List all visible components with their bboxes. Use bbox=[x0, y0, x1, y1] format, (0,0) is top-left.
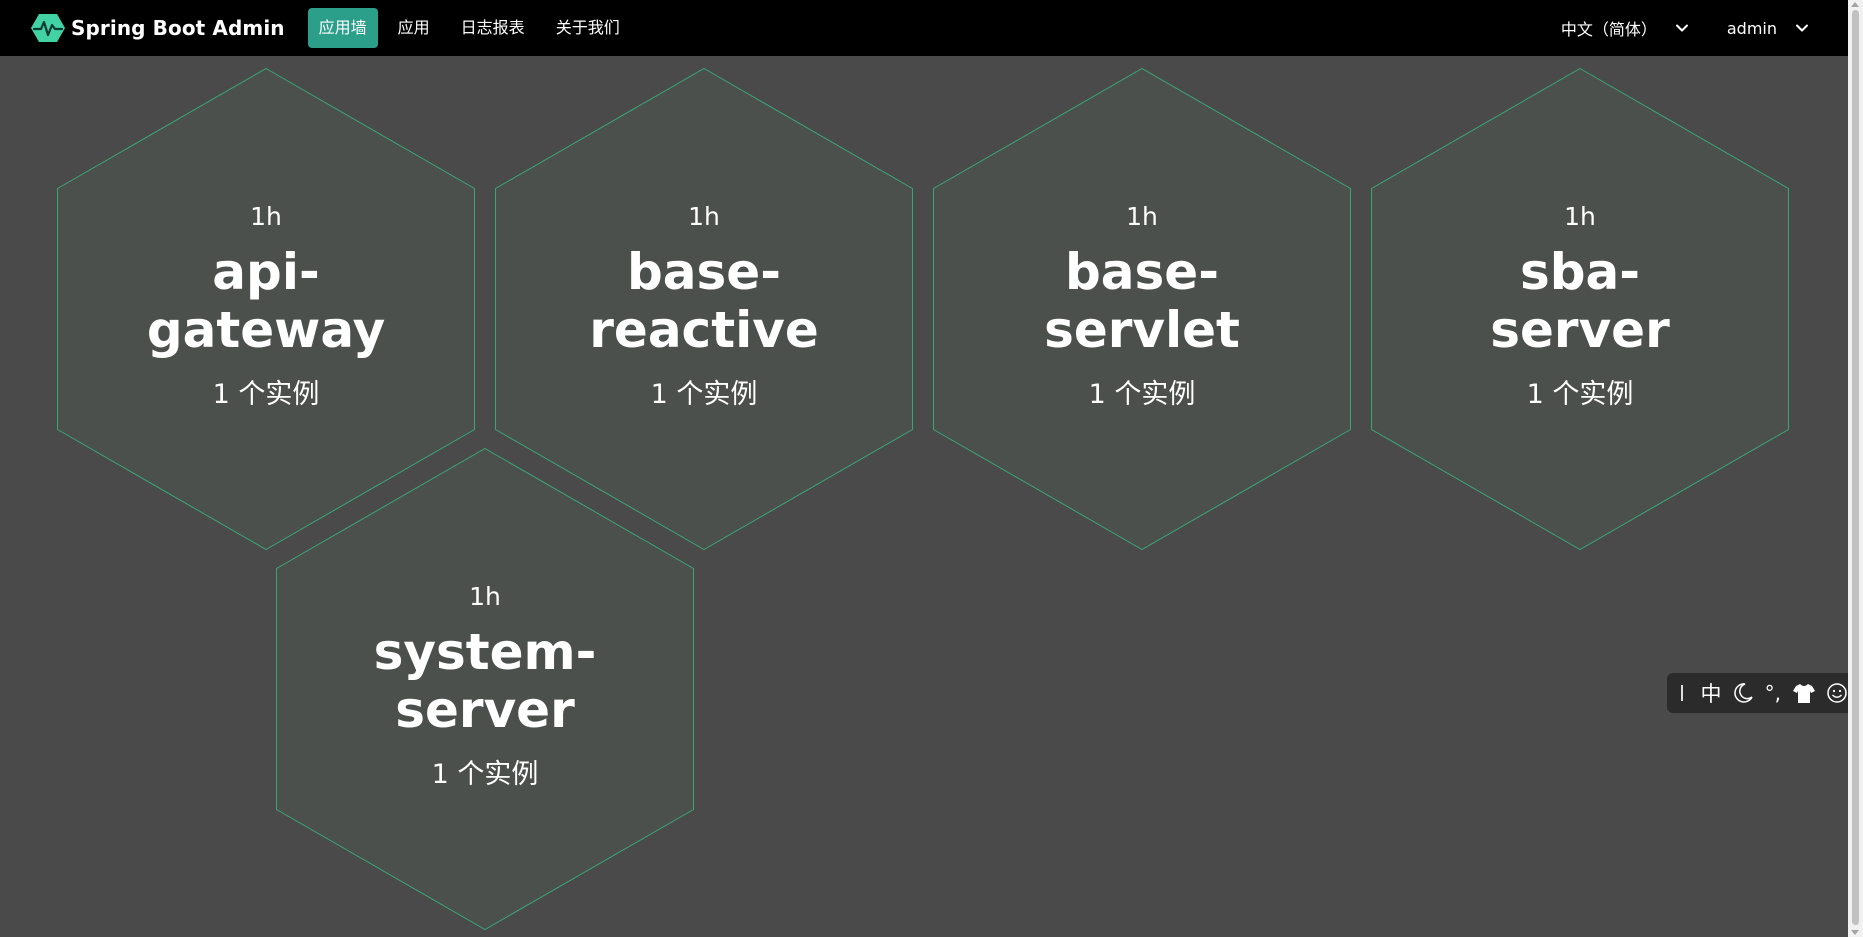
application-name-line: server bbox=[395, 681, 575, 739]
user-dropdown[interactable]: admin bbox=[1727, 19, 1809, 38]
brand-title: Spring Boot Admin bbox=[71, 16, 285, 40]
top-navbar: Spring Boot Admin 应用墙 应用 日志报表 关于我们 中文（简体… bbox=[0, 0, 1863, 56]
ime-punctuation-toggle[interactable]: °, bbox=[1764, 673, 1782, 713]
smiley-icon[interactable] bbox=[1826, 673, 1848, 713]
chevron-down-icon bbox=[1675, 24, 1688, 32]
application-name-line: system- bbox=[373, 623, 597, 681]
application-hex-base-servlet[interactable]: 1h base- servlet 1 个实例 bbox=[933, 68, 1351, 550]
scroll-up-arrow-icon[interactable] bbox=[1851, 2, 1859, 7]
main-nav: 应用墙 应用 日志报表 关于我们 bbox=[307, 0, 640, 56]
instance-count: 1 个实例 bbox=[1088, 379, 1196, 410]
cursor-divider-icon bbox=[1681, 685, 1683, 701]
application-wall: 1h api- gateway 1 个实例 1h base- reactive … bbox=[0, 56, 1848, 937]
instance-count: 1 个实例 bbox=[650, 379, 758, 410]
heartbeat-hexagon-icon bbox=[31, 13, 65, 43]
application-name-line: gateway bbox=[146, 301, 386, 359]
application-name: base- servlet bbox=[933, 243, 1351, 359]
brand-link[interactable]: Spring Boot Admin bbox=[31, 0, 285, 56]
application-name-line: base- bbox=[1065, 243, 1219, 301]
application-name: api- gateway bbox=[57, 243, 475, 359]
page-scrollbar[interactable] bbox=[1848, 0, 1863, 937]
instance-count: 1 个实例 bbox=[212, 379, 320, 410]
navbar-right: 中文（简体） admin bbox=[1561, 0, 1863, 56]
application-name-line: base- bbox=[627, 243, 781, 301]
uptime-label: 1h bbox=[1564, 202, 1596, 231]
application-name: base- reactive bbox=[495, 243, 913, 359]
language-label: 中文（简体） bbox=[1560, 20, 1657, 39]
nav-item-wallboard[interactable]: 应用墙 bbox=[307, 8, 378, 48]
application-hex-system-server[interactable]: 1h system- server 1 个实例 bbox=[276, 448, 694, 930]
uptime-label: 1h bbox=[469, 582, 501, 611]
application-name-line: sba- bbox=[1519, 243, 1641, 301]
application-name-line: reactive bbox=[589, 301, 819, 359]
moon-icon[interactable] bbox=[1732, 673, 1754, 713]
application-name-line: server bbox=[1490, 301, 1670, 359]
uptime-label: 1h bbox=[1126, 202, 1158, 231]
scrollbar-thumb[interactable] bbox=[1852, 10, 1859, 925]
application-name: sba- server bbox=[1371, 243, 1789, 359]
user-label: admin bbox=[1726, 18, 1777, 38]
ime-toolbar: 中 °, bbox=[1667, 673, 1848, 713]
uptime-label: 1h bbox=[688, 202, 720, 231]
nav-item-about[interactable]: 关于我们 bbox=[545, 8, 631, 48]
nav-item-applications[interactable]: 应用 bbox=[387, 8, 441, 48]
application-name-line: api- bbox=[212, 243, 320, 301]
tshirt-icon[interactable] bbox=[1792, 673, 1816, 713]
language-dropdown[interactable]: 中文（简体） bbox=[1561, 16, 1689, 40]
uptime-label: 1h bbox=[250, 202, 282, 231]
instance-count: 1 个实例 bbox=[431, 759, 539, 790]
application-name: system- server bbox=[276, 623, 694, 739]
ime-mode-toggle[interactable]: 中 bbox=[1701, 673, 1722, 713]
instance-count: 1 个实例 bbox=[1526, 379, 1634, 410]
nav-item-log-reports[interactable]: 日志报表 bbox=[450, 8, 536, 48]
chevron-down-icon bbox=[1796, 24, 1808, 32]
application-name-line: servlet bbox=[1044, 301, 1240, 359]
application-hex-sba-server[interactable]: 1h sba- server 1 个实例 bbox=[1371, 68, 1789, 550]
scroll-down-arrow-icon[interactable] bbox=[1851, 930, 1859, 935]
